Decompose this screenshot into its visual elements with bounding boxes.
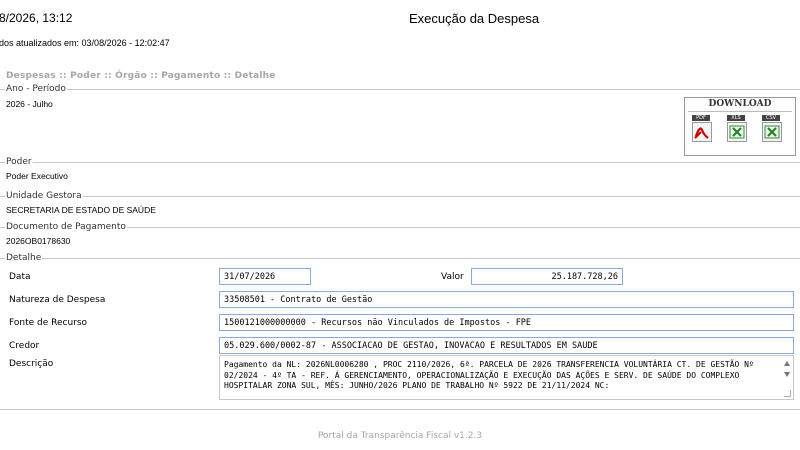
data-field[interactable]: 31/07/2026: [219, 268, 311, 285]
resize-handle-icon[interactable]: [784, 390, 791, 397]
poder-fieldset: Poder: [0, 157, 800, 186]
documento-legend: Documento de Pagamento: [6, 222, 126, 232]
data-label: Data: [9, 272, 31, 282]
credor-field[interactable]: 05.029.600/0002-87 - ASSOCIACAO DE GESTA…: [219, 337, 794, 354]
ano-periodo-fieldset: Ano - Período: [0, 84, 800, 161]
footer-text: Portal da Transparência Fiscal v1.2.3: [317, 431, 483, 441]
detalhe-legend: Detalhe: [6, 253, 42, 263]
download-pdf-button[interactable]: PDF: [690, 115, 712, 145]
descricao-label: Descrição: [9, 359, 54, 369]
valor-field[interactable]: 25.187.728,26: [471, 268, 623, 285]
descricao-text: Pagamento da NL: 2026NL0006280 , PROC 21…: [224, 360, 754, 390]
xls-icon: [727, 122, 747, 142]
csv-icon: [762, 122, 782, 142]
download-title: DOWNLOAD: [708, 99, 772, 109]
descricao-textarea[interactable]: Pagamento da NL: 2026NL0006280 , PROC 21…: [219, 355, 794, 400]
ano-periodo-legend: Ano - Período: [6, 84, 66, 94]
download-divider: [688, 111, 792, 112]
xls-tag: XLS: [727, 115, 745, 121]
timestamp: 8/2026, 13:12: [0, 11, 73, 25]
breadcrumb[interactable]: Despesas :: Poder :: Órgão :: Pagamento …: [6, 71, 276, 81]
page-title: Execução da Despesa: [409, 11, 540, 26]
credor-label: Credor: [9, 341, 40, 351]
documento-fieldset: Documento de Pagamento: [0, 222, 800, 251]
poder-value: Poder Executivo: [6, 171, 68, 181]
unidade-gestora-value: SECRETARIA DE ESTADO DE SAÚDE: [6, 205, 156, 215]
download-xls-button[interactable]: XLS: [725, 115, 747, 145]
download-panel: DOWNLOAD PDF XLS CSV: [684, 97, 796, 156]
fonte-field[interactable]: 1500121000000000 - Recursos não Vinculad…: [219, 314, 794, 331]
scroll-up-icon[interactable]: [784, 361, 790, 366]
download-csv-button[interactable]: CSV: [760, 115, 782, 145]
documento-value: 2026OB0178630: [6, 236, 71, 246]
scroll-down-icon[interactable]: [784, 372, 790, 377]
valor-label: Valor: [441, 272, 464, 282]
last-updated-text: dos atualizados em: 03/08/2026 - 12:02:4…: [0, 38, 170, 48]
poder-legend: Poder: [6, 157, 32, 167]
natureza-field[interactable]: 33508501 - Contrato de Gestão: [219, 291, 794, 308]
fonte-label: Fonte de Recurso: [9, 318, 88, 328]
csv-tag: CSV: [762, 115, 780, 121]
pdf-icon: [692, 122, 712, 142]
unidade-gestora-legend: Unidade Gestora: [6, 191, 82, 201]
natureza-label: Natureza de Despesa: [9, 295, 106, 305]
pdf-tag: PDF: [692, 115, 710, 121]
ano-periodo-value: 2026 - Julho: [6, 99, 53, 109]
